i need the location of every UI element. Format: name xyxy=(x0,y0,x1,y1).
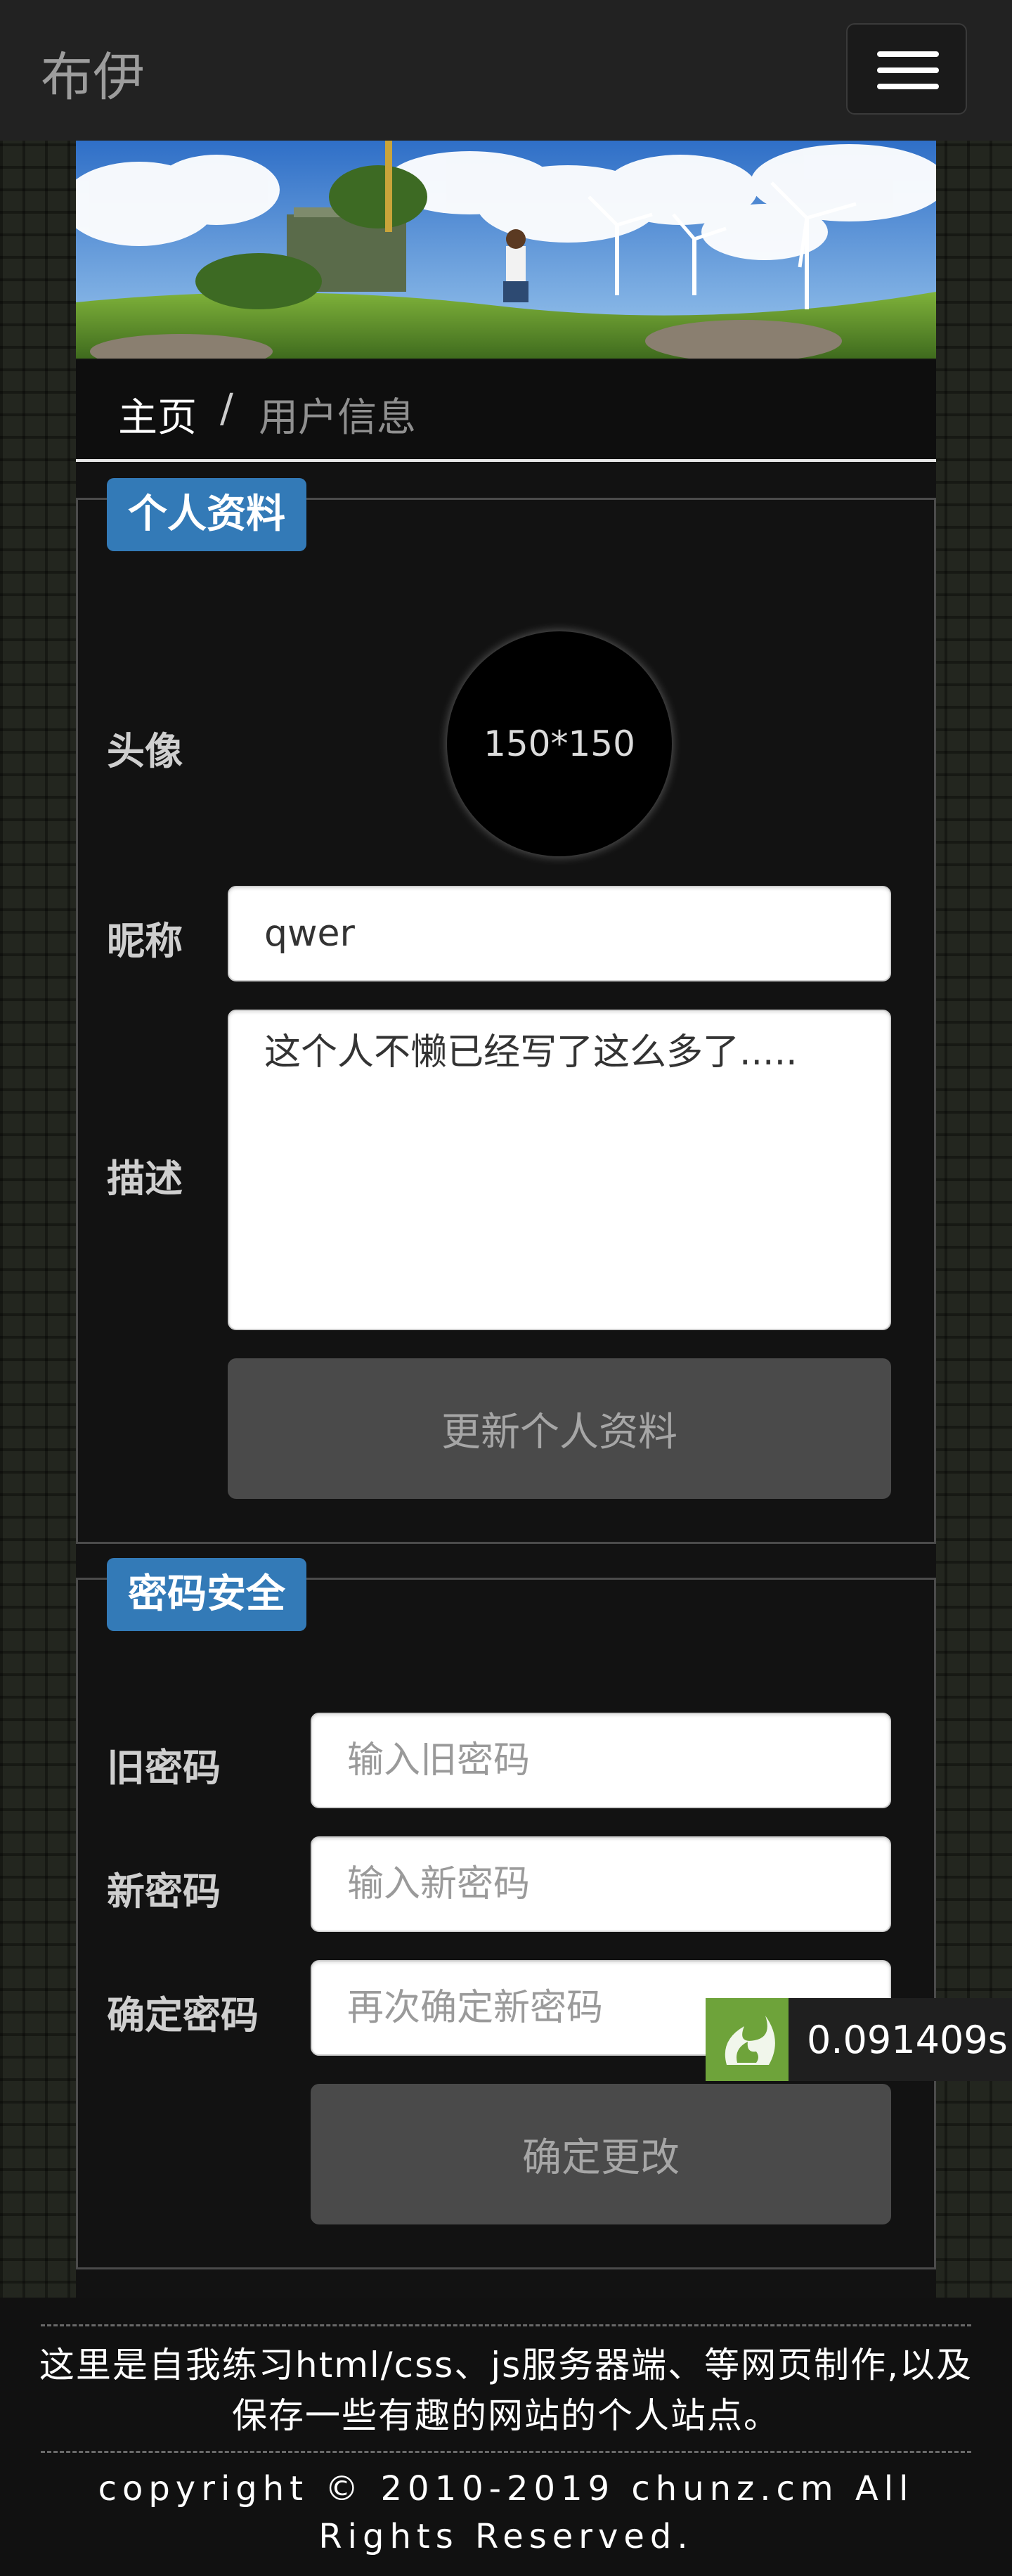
password-legend: 密码安全 xyxy=(107,1558,306,1631)
nickname-field[interactable] xyxy=(228,886,891,981)
old-password-label: 旧密码 xyxy=(107,1746,221,1790)
description-textarea[interactable]: 这个人不懒已经写了这么多了..... xyxy=(228,1010,891,1330)
banner-image xyxy=(76,141,936,359)
menu-toggle-button[interactable] xyxy=(846,23,967,115)
footer-divider-bottom xyxy=(41,2451,971,2453)
breadcrumb-home-link[interactable]: 主页 xyxy=(118,386,197,443)
footer-divider-top xyxy=(41,2324,971,2326)
avatar[interactable]: 150*150 xyxy=(447,631,672,856)
breadcrumb: 主页 / 用户信息 xyxy=(76,360,936,462)
confirm-change-button[interactable]: 确定更改 xyxy=(311,2084,891,2224)
nickname-label: 昵称 xyxy=(107,919,183,963)
old-password-field[interactable] xyxy=(311,1713,891,1808)
description-label: 描述 xyxy=(107,1157,183,1201)
page-timer-badge: 0.091409s xyxy=(706,1998,1012,2081)
brand-logo[interactable]: 布伊 xyxy=(41,35,145,110)
navbar: 布伊 xyxy=(0,0,1012,141)
profile-legend: 个人资料 xyxy=(107,478,306,551)
new-password-label: 新密码 xyxy=(107,1869,221,1914)
avatar-label: 头像 xyxy=(107,729,183,773)
update-profile-button[interactable]: 更新个人资料 xyxy=(228,1358,891,1499)
timer-value: 0.091409s xyxy=(807,2018,1008,2062)
breadcrumb-separator: / xyxy=(220,386,233,432)
footer-description: 这里是自我练习html/css、js服务器端、等网页制作,以及保存一些有趣的网站… xyxy=(39,2345,973,2436)
new-password-field[interactable] xyxy=(311,1836,891,1932)
footer-copyright: copyright © 2010-2019 chunz.cm All Right… xyxy=(98,2469,914,2556)
confirm-password-label: 确定密码 xyxy=(107,1993,259,2037)
breadcrumb-current: 用户信息 xyxy=(259,395,416,441)
flame-icon xyxy=(706,1998,789,2081)
footer: 这里是自我练习html/css、js服务器端、等网页制作,以及保存一些有趣的网站… xyxy=(0,2298,1012,2576)
